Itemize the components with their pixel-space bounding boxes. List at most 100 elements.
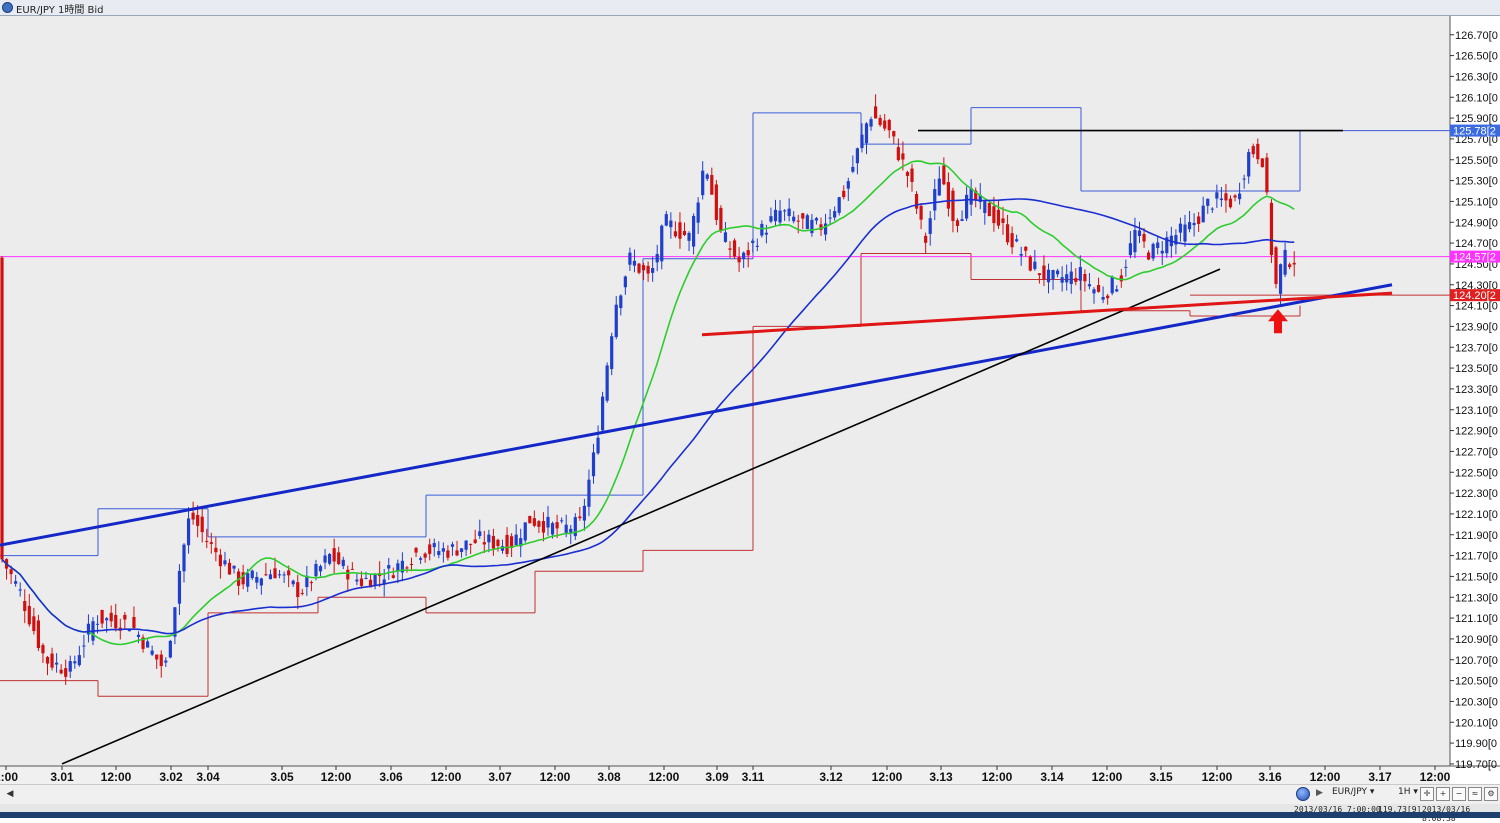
- candle-body: [560, 520, 564, 522]
- candle-body: [773, 209, 778, 222]
- y-tick-label: 125.10[0: [1455, 196, 1498, 208]
- chart-toolbar: ◀ ▶ EUR/JPY ▾ 1H ▾ ✛ + − ≈ ⚙: [0, 784, 1500, 804]
- candle-body: [937, 178, 941, 196]
- candle-body: [1178, 223, 1183, 233]
- symbol-select[interactable]: EUR/JPY ▾: [1332, 787, 1374, 797]
- candle-body: [610, 336, 614, 370]
- candle-body: [946, 182, 950, 209]
- candle-body: [933, 189, 937, 211]
- candle-body: [432, 543, 436, 548]
- candle-body: [9, 569, 13, 575]
- y-tick-label: 123.30[0: [1455, 384, 1498, 396]
- candle-body: [232, 565, 236, 569]
- y-tick-label: 119.90[0: [1455, 738, 1497, 750]
- candle-body: [496, 539, 500, 546]
- y-tick-label: 121.70[0: [1455, 551, 1498, 563]
- candle-body: [200, 516, 204, 533]
- candle-body: [1197, 216, 1201, 225]
- candle-body: [623, 276, 627, 288]
- y-tick-label: 122.70[0: [1455, 446, 1498, 458]
- crosshair-tool-button[interactable]: ✛: [1420, 787, 1434, 801]
- x-tick-label: 3.12: [819, 770, 843, 784]
- y-tick-label: 125.90[0: [1455, 113, 1498, 125]
- candle-body: [1133, 230, 1137, 253]
- candle-body: [450, 544, 455, 547]
- candle-body: [364, 577, 368, 579]
- y-tick-label: 124.10[0: [1455, 301, 1498, 313]
- candle-body: [205, 540, 209, 542]
- candle-body: [387, 565, 391, 569]
- x-tick-label: 3.15: [1149, 770, 1173, 784]
- y-tick-label: 120.30[0: [1455, 696, 1498, 708]
- price-chart[interactable]: 126.70[0 126.50[0 126.30[0 126.10[0 125.90[0…: [0, 16, 1500, 784]
- candle-body: [277, 574, 282, 576]
- candle-body: [478, 531, 482, 537]
- x-tick-label: 3.07: [488, 770, 512, 784]
- candle-body: [710, 174, 714, 195]
- candle-body: [787, 208, 791, 217]
- candle-body: [337, 552, 341, 565]
- candle-body: [1278, 264, 1283, 294]
- candle-body: [409, 563, 414, 565]
- candle-body: [1269, 202, 1274, 256]
- candle-body: [1015, 239, 1019, 242]
- candle-body: [346, 569, 350, 580]
- settings-button[interactable]: ⚙: [1484, 787, 1498, 801]
- candle-body: [268, 574, 273, 580]
- candle-body: [291, 580, 295, 585]
- candle-body: [582, 505, 586, 521]
- timeframe-select[interactable]: 1H ▾: [1398, 787, 1418, 797]
- candle-body: [314, 564, 318, 577]
- zoom-in-button[interactable]: +: [1436, 787, 1450, 801]
- candle-body: [1092, 289, 1096, 294]
- candle-body: [1096, 285, 1101, 292]
- candle-body: [546, 516, 550, 528]
- zoom-out-button[interactable]: −: [1452, 787, 1466, 801]
- candle-body: [805, 215, 809, 230]
- scroll-left-icon[interactable]: ◀: [4, 788, 16, 800]
- candle-body: [109, 612, 113, 622]
- candle-body: [792, 216, 796, 222]
- candle-body: [814, 218, 819, 221]
- x-tick-label: 12:00: [1092, 770, 1123, 784]
- candle-body: [801, 213, 805, 219]
- candle-body: [332, 548, 336, 562]
- y-tick-label: 120.70[0: [1455, 655, 1498, 667]
- y-tick-label: 120.90[0: [1455, 634, 1498, 646]
- candle-body: [296, 582, 300, 598]
- x-tick-label: 12:00: [649, 770, 680, 784]
- candle-body: [701, 170, 705, 196]
- candle-body: [259, 578, 263, 586]
- plot-area: [0, 16, 1450, 766]
- candle-body: [578, 516, 582, 519]
- candle-body: [1083, 273, 1087, 282]
- candle-body: [359, 578, 364, 586]
- candle-body: [619, 295, 623, 309]
- candle-body: [591, 452, 596, 477]
- candle-body: [464, 540, 468, 550]
- candle-body: [664, 214, 668, 226]
- candle-body: [150, 650, 154, 655]
- candle-body: [123, 614, 127, 620]
- candle-body: [537, 521, 541, 527]
- price-tag-high: 125.78[2: [1453, 126, 1496, 138]
- y-tick-label: 120.50[0: [1455, 676, 1498, 688]
- y-tick-label: 123.50[0: [1455, 363, 1498, 375]
- candle-body: [1078, 267, 1082, 281]
- globe-icon[interactable]: [1296, 787, 1310, 801]
- indicator-button[interactable]: ≈: [1468, 787, 1482, 801]
- candle-body: [23, 601, 27, 611]
- candle-body: [924, 235, 928, 243]
- candle-body: [1283, 249, 1287, 275]
- candle-body: [696, 202, 700, 223]
- candle-body: [132, 617, 136, 628]
- candle-body: [318, 566, 323, 572]
- candle-body: [996, 209, 1001, 226]
- candle-body: [1187, 222, 1192, 230]
- candle-body: [573, 517, 577, 537]
- scroll-right-icon[interactable]: ▶: [1316, 788, 1323, 798]
- candle-body: [823, 223, 828, 235]
- x-tick-label: 3.16: [1258, 770, 1282, 784]
- candle-body: [100, 609, 104, 624]
- y-tick-label: 125.50[0: [1455, 155, 1498, 167]
